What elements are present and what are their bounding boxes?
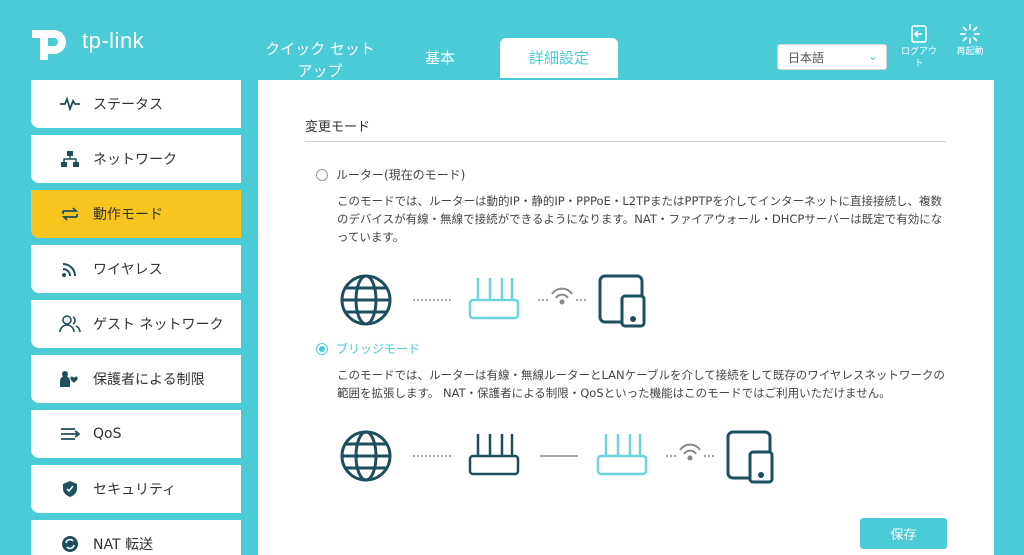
- tp-link-logo: tp-link: [28, 20, 144, 62]
- globe-icon: [340, 274, 392, 326]
- sidebar-item-label: NAT 転送: [93, 537, 153, 553]
- bridge-mode-diagram: [340, 430, 774, 484]
- reboot-button[interactable]: 再起動: [950, 24, 990, 58]
- logout-label: ログアウト: [900, 47, 937, 69]
- main-panel: 変更モード ルーター(現在のモード) このモードでは、ルーターは動的IP・静的I…: [258, 80, 994, 555]
- language-select[interactable]: 日本語 ⌄: [777, 44, 887, 70]
- radio-router-mode[interactable]: ルーター(現在のモード): [316, 166, 465, 183]
- sidebar: ステータス ネットワーク 動作モード ワイヤレス ゲスト ネットワーク 保護者に…: [31, 80, 241, 555]
- logout-button[interactable]: ログアウト: [898, 24, 940, 70]
- tab-advanced[interactable]: 詳細設定: [500, 38, 618, 78]
- mode-switch-icon: [59, 203, 81, 225]
- section-divider: [305, 141, 946, 142]
- sidebar-item-guest-network[interactable]: ゲスト ネットワーク: [31, 300, 241, 348]
- chevron-down-icon: ⌄: [867, 49, 878, 63]
- router-mode-diagram: [340, 274, 646, 328]
- sidebar-item-parental-controls[interactable]: 保護者による制限: [31, 355, 241, 403]
- sidebar-item-status[interactable]: ステータス: [31, 80, 241, 128]
- nat-icon: [59, 533, 81, 555]
- qos-icon: [59, 423, 81, 445]
- sidebar-item-label: ステータス: [93, 97, 163, 113]
- sidebar-item-security[interactable]: セキュリティ: [31, 465, 241, 513]
- sidebar-item-label: ワイヤレス: [93, 262, 163, 278]
- sidebar-item-label: ネットワーク: [93, 152, 177, 168]
- guest-icon: [59, 313, 81, 335]
- router-icon: [468, 278, 520, 320]
- sidebar-item-label: 保護者による制限: [93, 372, 205, 388]
- tab-basic[interactable]: 基本: [410, 47, 470, 69]
- sidebar-item-operation-mode[interactable]: 動作モード: [31, 190, 241, 238]
- logo-text: tp-link: [82, 28, 145, 53]
- sidebar-item-wireless[interactable]: ワイヤレス: [31, 245, 241, 293]
- language-selected: 日本語: [788, 51, 825, 65]
- tab-quick-setup[interactable]: クイック セット アップ: [255, 38, 385, 82]
- sidebar-item-network[interactable]: ネットワーク: [31, 135, 241, 183]
- network-icon: [59, 148, 81, 170]
- shield-icon: [59, 478, 81, 500]
- sidebar-item-nat-forwarding[interactable]: NAT 転送: [31, 520, 241, 555]
- wifi-signal-icon: [551, 287, 573, 305]
- bridge-mode-description: このモードでは、ルーターは有線・無線ルーターとLANケーブルを介して接続をして既…: [337, 368, 945, 400]
- router-mode-description: このモードでは、ルーターは動的IP・静的IP・PPPoE・L2TPまたはPPTP…: [337, 194, 943, 244]
- save-button[interactable]: 保存: [860, 518, 947, 549]
- logo-mark-icon: [32, 30, 66, 60]
- devices-icon: [598, 274, 646, 328]
- pulse-icon: [59, 93, 81, 115]
- radio-button[interactable]: [316, 342, 328, 355]
- radio-button[interactable]: [316, 168, 328, 181]
- section-title: 変更モード: [305, 120, 371, 135]
- wireless-icon: [59, 258, 81, 280]
- sidebar-item-label: QoS: [93, 426, 122, 442]
- parental-icon: [59, 368, 81, 390]
- radio-router-label: ルーター(現在のモード): [336, 168, 466, 182]
- reboot-icon: [960, 24, 980, 44]
- globe-icon: [340, 430, 392, 482]
- sidebar-item-label: 動作モード: [93, 207, 163, 223]
- logout-icon: [911, 25, 927, 43]
- main-router-icon: [468, 434, 520, 476]
- devices-icon: [726, 430, 774, 484]
- bridge-router-icon: [596, 434, 648, 476]
- wifi-signal-icon: [679, 443, 701, 461]
- tab-quick-setup-line1: クイック セット: [265, 40, 375, 58]
- sidebar-item-qos[interactable]: QoS: [31, 410, 241, 458]
- tab-quick-setup-line2: アップ: [297, 62, 343, 80]
- sidebar-item-label: ゲスト ネットワーク: [93, 317, 224, 333]
- radio-bridge-label: ブリッジモード: [336, 342, 421, 356]
- reboot-label: 再起動: [956, 47, 984, 57]
- sidebar-item-label: セキュリティ: [93, 482, 177, 498]
- radio-bridge-mode[interactable]: ブリッジモード: [316, 340, 420, 357]
